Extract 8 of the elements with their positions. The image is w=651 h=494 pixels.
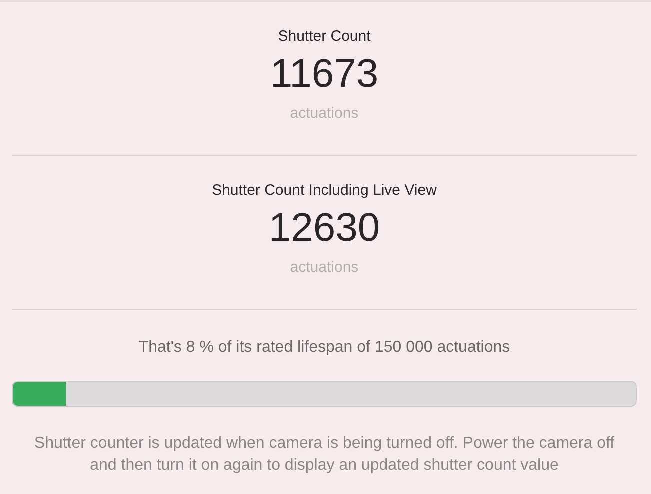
info-text: Shutter counter is updated when camera is being turned off. Power the camera off and then turn it on again to display an updated shutter count value [33,434,616,476]
count-value: 11673 [270,51,379,97]
count-unit: actuations [290,259,359,276]
count-unit: actuations [290,105,359,122]
count-value: 12630 [268,205,380,251]
count-title: Shutter Count Including Live View [212,182,437,199]
count-title: Shutter Count [278,28,371,45]
lifespan-text: That's 8 % of its rated lifespan of 150 000 actuations [138,339,512,357]
